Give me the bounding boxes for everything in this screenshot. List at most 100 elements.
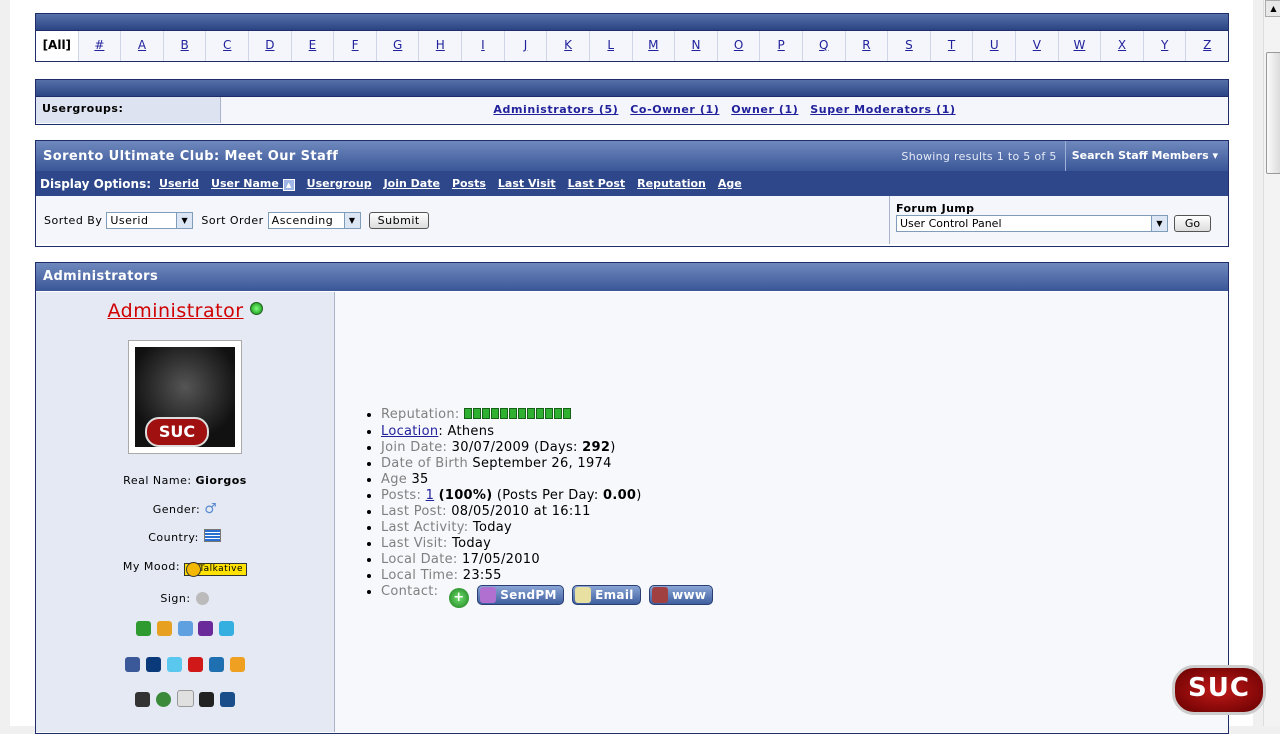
letter-v[interactable]: V <box>1016 31 1059 61</box>
staff-title-bar: Sorento Ultimate Club: Meet Our Staff Sh… <box>36 141 1228 171</box>
last-post-value: 08/05/2010 at 16:11 <box>451 504 591 519</box>
sort-link-userid[interactable]: Userid <box>159 177 199 190</box>
usergroup-link-administrators[interactable]: Administrators (5) <box>493 103 618 116</box>
letter-e[interactable]: E <box>292 31 335 61</box>
last-visit-label: Last Visit: <box>381 536 448 551</box>
sort-link-last-post[interactable]: Last Post <box>568 177 626 190</box>
user-info-list: Reputation: Location: Athens Join Date: … <box>365 407 714 608</box>
sort-order-select[interactable]: Ascending ▼ <box>267 211 361 229</box>
myspace-icon[interactable] <box>146 657 162 672</box>
sort-link-usergroup[interactable]: Usergroup <box>307 177 372 190</box>
join-date-value: 30/07/2009 (Days: <box>451 440 583 455</box>
letter-j[interactable]: J <box>505 31 548 61</box>
submit-button[interactable]: Submit <box>368 211 429 229</box>
linkedin-icon[interactable] <box>208 657 224 672</box>
username-link[interactable]: Administrator <box>107 300 243 322</box>
www-button[interactable]: www <box>649 585 714 605</box>
join-days: 292 <box>582 440 611 455</box>
usergroup-link-co-owner[interactable]: Co-Owner (1) <box>630 103 719 116</box>
letter-x[interactable]: X <box>1101 31 1144 61</box>
letter-n[interactable]: N <box>675 31 718 61</box>
letter-k[interactable]: K <box>547 31 590 61</box>
usergroups-label: Usergroups: <box>36 97 221 123</box>
letter-d[interactable]: D <box>249 31 292 61</box>
sort-link-last-visit[interactable]: Last Visit <box>498 177 556 190</box>
last-visit-value: Today <box>452 536 492 551</box>
aim-icon[interactable] <box>156 621 172 636</box>
letter-s[interactable]: S <box>888 31 931 61</box>
msn-icon[interactable] <box>177 621 193 636</box>
reputation-label: Reputation: <box>381 407 460 422</box>
letter-h[interactable]: H <box>419 31 463 61</box>
icq-icon[interactable] <box>135 621 151 636</box>
add-contact-icon[interactable]: + <box>448 588 469 608</box>
chevron-down-icon: ▾ <box>1212 149 1218 162</box>
email-label: Email <box>595 588 634 602</box>
letter-all[interactable]: [All] <box>36 31 79 61</box>
letter-q[interactable]: Q <box>803 31 846 61</box>
usergroup-link-owner[interactable]: Owner (1) <box>731 103 798 116</box>
letter-t[interactable]: T <box>931 31 974 61</box>
social-icon-2[interactable] <box>155 692 171 707</box>
posts-per-day-value: 0.00 <box>602 488 637 503</box>
posts-label: Posts: <box>381 488 422 503</box>
letter-z[interactable]: Z <box>1186 31 1228 61</box>
letter-c[interactable]: C <box>206 31 250 61</box>
letter-y[interactable]: Y <box>1144 31 1187 61</box>
scroll-thumb[interactable] <box>1266 52 1280 174</box>
country-label: Country: <box>148 531 199 544</box>
online-status-icon <box>249 302 263 315</box>
male-icon: ♂ <box>204 501 218 517</box>
administrators-header: Administrators <box>36 263 1228 291</box>
letter-w[interactable]: W <box>1059 31 1102 61</box>
email-button[interactable]: Email <box>572 585 641 605</box>
letter-p[interactable]: P <box>760 31 803 61</box>
letter-g[interactable]: G <box>377 31 420 61</box>
send-pm-button[interactable]: SendPM <box>477 585 564 605</box>
letter-o[interactable]: O <box>718 31 761 61</box>
letter-r[interactable]: R <box>846 31 889 61</box>
age-value: 35 <box>411 472 429 487</box>
sort-link-age[interactable]: Age <box>718 177 742 190</box>
youtube-icon[interactable] <box>187 657 203 672</box>
scroll-up-icon[interactable]: ▲ <box>1265 0 1280 17</box>
letter-u[interactable]: U <box>973 31 1017 61</box>
letter-b[interactable]: B <box>164 31 207 61</box>
search-staff-button[interactable]: Search Staff Members ▾ <box>1064 141 1228 171</box>
skype-icon[interactable] <box>219 621 235 636</box>
sort-link-username[interactable]: User Name ▲ <box>211 177 295 191</box>
sort-controls: Sorted By Userid ▼ Sort Order Ascending ▼ … <box>36 196 889 244</box>
social-icon-5[interactable] <box>220 692 236 707</box>
vertical-scrollbar[interactable]: ▲ <box>1263 0 1280 726</box>
posts-count-link[interactable]: 1 <box>426 488 435 503</box>
go-button[interactable]: Go <box>1173 215 1212 232</box>
letter-i[interactable]: I <box>462 31 505 61</box>
hi5-icon[interactable] <box>229 657 245 672</box>
location-link[interactable]: Location <box>381 424 438 439</box>
yahoo-icon[interactable] <box>198 621 214 636</box>
letter-m[interactable]: M <box>633 31 676 61</box>
letter-hash[interactable]: # <box>79 31 122 61</box>
last-activity-value: Today <box>472 520 513 535</box>
display-options-label: Display Options: <box>40 176 152 191</box>
usergroup-link-super-moderators[interactable]: Super Moderators (1) <box>810 103 955 116</box>
letter-row: [All] # A B C D E F G H I J K L M N O P Q R S T U V W X Y Z <box>36 30 1228 61</box>
avatar[interactable]: SUC <box>128 340 242 454</box>
social-icon-4[interactable] <box>199 692 215 707</box>
twitter-icon[interactable] <box>167 657 183 672</box>
social-icon-3[interactable] <box>176 690 194 707</box>
last-post-label: Last Post: <box>381 504 447 519</box>
forum-jump-select[interactable]: User Control Panel ▼ <box>896 215 1168 232</box>
sort-row: Sorted By Userid ▼ Sort Order Ascending ▼ … <box>36 196 1228 244</box>
sorted-by-select[interactable]: Userid ▼ <box>106 211 194 229</box>
facebook-icon[interactable] <box>125 657 141 672</box>
sort-link-reputation[interactable]: Reputation <box>637 177 706 190</box>
letter-a[interactable]: A <box>121 31 164 61</box>
social-icon-1[interactable] <box>134 692 150 707</box>
local-date-label: Local Date: <box>381 552 458 567</box>
sorted-by-value: Userid <box>110 213 149 227</box>
sort-link-join-date[interactable]: Join Date <box>384 177 440 190</box>
letter-l[interactable]: L <box>590 31 633 61</box>
letter-f[interactable]: F <box>334 31 377 61</box>
sort-link-posts[interactable]: Posts <box>452 177 486 190</box>
